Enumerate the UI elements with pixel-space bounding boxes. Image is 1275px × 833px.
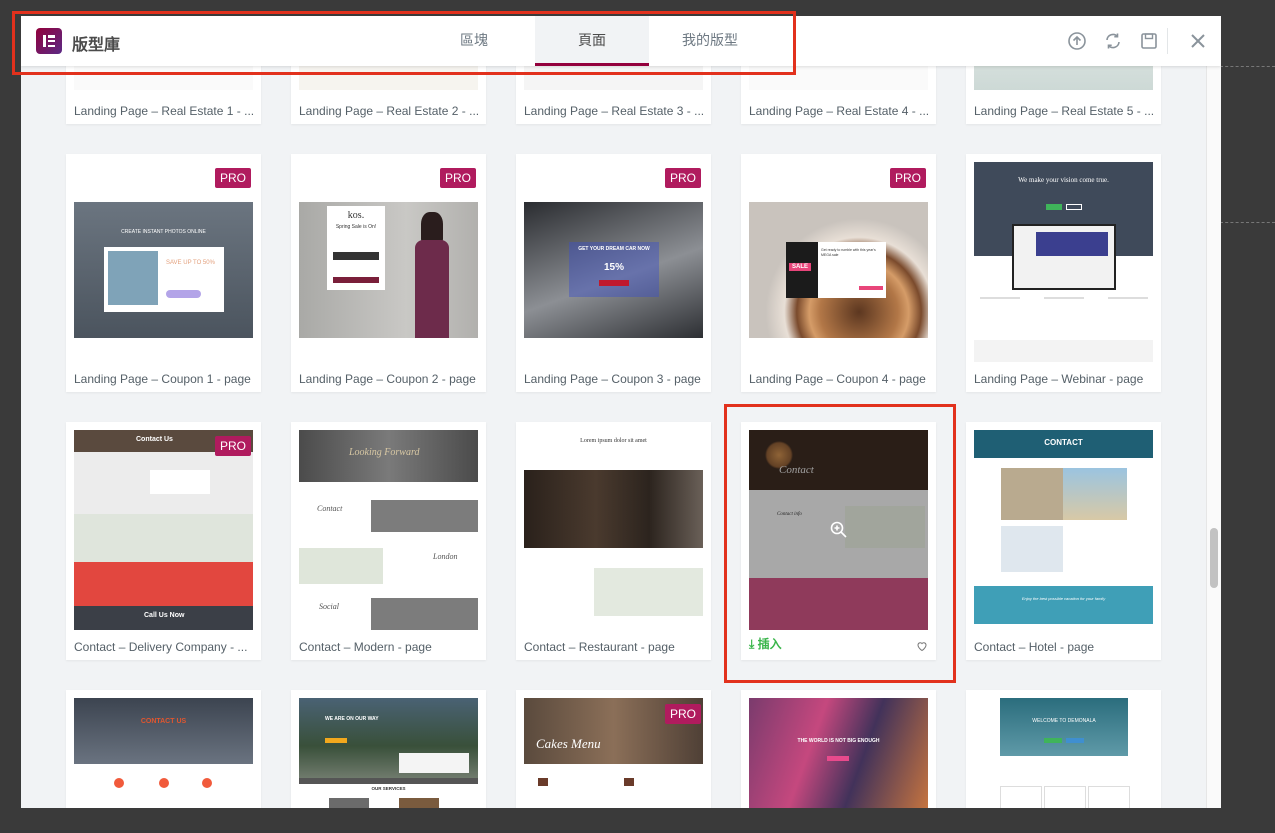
- template-card[interactable]: CONTACT US: [66, 690, 261, 808]
- favorite-heart-icon[interactable]: [916, 640, 928, 652]
- template-preview: Looking Forward Contact London Social: [299, 430, 478, 630]
- insert-label: 插入: [757, 637, 782, 651]
- modal-header: 版型庫 區塊 頁面 我的版型: [21, 16, 1221, 66]
- preview-heading: WELCOME TO DEMONALA: [1032, 718, 1096, 724]
- template-library-modal: 版型庫 區塊 頁面 我的版型 Landing Page – Real Estat…: [21, 16, 1221, 808]
- template-card[interactable]: CONTACT Enjoy the best possible vacation…: [966, 422, 1161, 660]
- template-title: Contact – Hotel - page: [974, 640, 1095, 654]
- preview-offer: SAVE UP TO 50%: [166, 260, 215, 266]
- template-title: Landing Page – Webinar - page: [974, 372, 1144, 386]
- pro-badge: PRO: [889, 168, 926, 188]
- template-preview: Contact Us Call Us Now: [74, 430, 253, 630]
- template-card[interactable]: PRO Cakes Menu: [516, 690, 711, 808]
- template-card-hovered[interactable]: Contact Contact info ⤓ 插入: [741, 422, 936, 660]
- pro-badge: PRO: [214, 168, 251, 188]
- template-preview: Contact Contact info: [749, 430, 928, 630]
- template-card[interactable]: Looking Forward Contact London Social Co…: [291, 422, 486, 660]
- preview-heading: GET YOUR DREAM CAR NOW: [578, 246, 650, 252]
- template-preview: WE ARE ON OUR WAY OUR SERVICES: [299, 698, 478, 808]
- tab-label: 我的版型: [682, 32, 738, 48]
- sync-icon[interactable]: [1101, 29, 1125, 53]
- pro-badge: PRO: [439, 168, 476, 188]
- canvas-guide-line: [1220, 66, 1275, 67]
- template-title: Landing Page – Real Estate 3 - ...: [524, 104, 704, 118]
- preview-heading: Lorem ipsum dolor sit amet: [580, 438, 647, 444]
- template-card[interactable]: PRO kos. Spring Sale is On! Landing Page…: [291, 154, 486, 392]
- insert-button[interactable]: ⤓ 插入: [749, 635, 782, 652]
- template-title: Landing Page – Real Estate 1 - ...: [74, 104, 254, 118]
- preview-city: London: [433, 552, 458, 561]
- preview-heading: Looking Forward: [349, 447, 420, 458]
- preview-discount: 15%: [603, 262, 624, 273]
- upload-icon[interactable]: [1065, 29, 1089, 53]
- template-preview: SALE Get ready to rumble with this year'…: [749, 162, 928, 362]
- tab-label: 區塊: [460, 32, 488, 48]
- tab-my-templates[interactable]: 我的版型: [653, 16, 767, 66]
- scrollbar-thumb[interactable]: [1210, 528, 1218, 588]
- download-icon: ⤓: [749, 637, 755, 651]
- template-preview: THE WORLD IS NOT BIG ENOUGH: [749, 698, 928, 808]
- template-preview: We make your vision come true.: [974, 162, 1153, 362]
- preview-heading: CREATE INSTANT PHOTOS ONLINE: [121, 229, 206, 235]
- preview-social: Social: [319, 602, 339, 611]
- preview-sale-label: SALE: [789, 263, 812, 271]
- pro-badge: PRO: [214, 436, 251, 456]
- save-icon[interactable]: [1137, 29, 1161, 53]
- pro-badge: PRO: [664, 168, 701, 188]
- zoom-in-icon[interactable]: [829, 520, 849, 540]
- template-preview: GET YOUR DREAM CAR NOW 15%: [524, 162, 703, 362]
- template-card[interactable]: We make your vision come true. Landing P…: [966, 154, 1161, 392]
- template-card[interactable]: PRO CREATE INSTANT PHOTOS ONLINE SAVE UP…: [66, 154, 261, 392]
- header-divider: [1167, 28, 1168, 54]
- preview-cta: Call Us Now: [144, 612, 185, 619]
- template-title: Landing Page – Coupon 4 - page: [749, 372, 926, 386]
- preview-heading: Contact Us: [136, 436, 173, 443]
- preview-heading: CONTACT US: [140, 718, 187, 725]
- preview-heading: Cakes Menu: [536, 736, 601, 751]
- elementor-logo-icon: [36, 28, 62, 54]
- preview-subheading: Contact: [317, 504, 343, 513]
- template-title: Contact – Restaurant - page: [524, 640, 675, 654]
- preview-heading: THE WORLD IS NOT BIG ENOUGH: [797, 738, 880, 744]
- template-card[interactable]: WE ARE ON OUR WAY OUR SERVICES: [291, 690, 486, 808]
- template-preview: CREATE INSTANT PHOTOS ONLINE SAVE UP TO …: [74, 162, 253, 362]
- pro-badge: PRO: [664, 704, 701, 724]
- vertical-scrollbar[interactable]: [1206, 66, 1221, 808]
- preview-heading: Spring Sale is On!: [335, 224, 377, 230]
- tab-blocks[interactable]: 區塊: [417, 16, 531, 66]
- template-title: Contact – Delivery Company - ...: [74, 640, 248, 654]
- template-title: Landing Page – Real Estate 5 - ...: [974, 104, 1154, 118]
- template-title: Landing Page – Coupon 1 - page: [74, 372, 251, 386]
- tab-pages[interactable]: 頁面: [535, 16, 649, 66]
- template-preview: kos. Spring Sale is On!: [299, 162, 478, 362]
- template-preview: CONTACT Enjoy the best possible vacation…: [974, 430, 1153, 630]
- preview-subheading: OUR SERVICES: [371, 786, 406, 791]
- preview-heading: We make your vision come true.: [1018, 176, 1109, 184]
- template-card[interactable]: WELCOME TO DEMONALA: [966, 690, 1161, 808]
- library-title: 版型庫: [72, 37, 121, 54]
- canvas-guide-line: [1220, 222, 1275, 223]
- template-card[interactable]: Lorem ipsum dolor sit amet Contact – Res…: [516, 422, 711, 660]
- template-card[interactable]: PRO Contact Us Call Us Now Contact – Del…: [66, 422, 261, 660]
- tab-label: 頁面: [578, 32, 606, 48]
- template-title: Landing Page – Coupon 3 - page: [524, 372, 701, 386]
- template-title: Landing Page – Coupon 2 - page: [299, 372, 476, 386]
- template-card[interactable]: THE WORLD IS NOT BIG ENOUGH: [741, 690, 936, 808]
- preview-heading: CONTACT: [1044, 438, 1083, 447]
- preview-heading: WE ARE ON OUR WAY: [325, 716, 379, 722]
- preview-logo-text: kos.: [347, 210, 365, 221]
- template-preview: WELCOME TO DEMONALA: [974, 698, 1153, 808]
- template-preview: CONTACT US: [74, 698, 253, 808]
- preview-tagline: Enjoy the best possible vacation for you…: [1021, 596, 1106, 601]
- template-preview: Lorem ipsum dolor sit amet: [524, 430, 703, 630]
- preview-heading: Get ready to rumble with this year's MEG…: [821, 248, 876, 257]
- template-card[interactable]: PRO SALE Get ready to rumble with this y…: [741, 154, 936, 392]
- template-card[interactable]: PRO GET YOUR DREAM CAR NOW 15% Landing P…: [516, 154, 711, 392]
- template-title: Landing Page – Real Estate 2 - ...: [299, 104, 479, 118]
- close-icon[interactable]: [1186, 29, 1210, 53]
- template-title: Contact – Modern - page: [299, 640, 432, 654]
- template-title: Landing Page – Real Estate 4 - ...: [749, 104, 929, 118]
